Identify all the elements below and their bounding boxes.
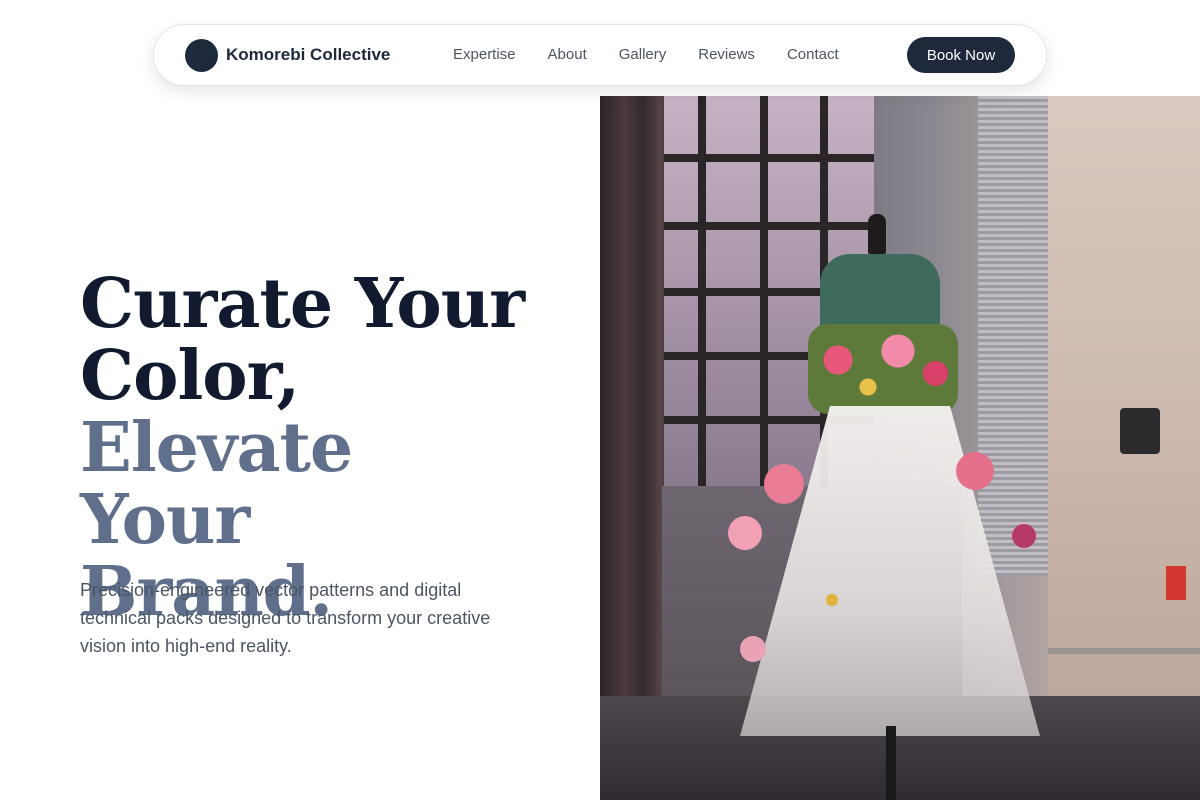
top-navbar: Komorebi Collective Expertise About Gall…	[153, 24, 1047, 86]
nav-links: Expertise About Gallery Reviews Contact	[453, 46, 871, 63]
flower-shape	[956, 452, 994, 490]
mannequin-neck-shape	[868, 214, 886, 254]
nav-link-about[interactable]: About	[548, 46, 587, 63]
mannequin-stand-shape	[886, 726, 896, 800]
mannequin-torso-shape	[820, 254, 940, 334]
flower-shape	[826, 594, 838, 606]
flower-shape	[1012, 524, 1036, 548]
nav-link-expertise[interactable]: Expertise	[453, 46, 516, 63]
headline-line-1: Curate Your	[80, 264, 525, 344]
flower-bodice-shape	[808, 324, 958, 414]
nav-link-contact[interactable]: Contact	[787, 46, 839, 63]
hero-headline: Curate Your Color, Elevate Your Brand.	[80, 268, 540, 628]
flower-shape	[764, 464, 804, 504]
red-fixture-shape	[1166, 566, 1186, 600]
book-now-button[interactable]: Book Now	[907, 37, 1015, 73]
nav-link-gallery[interactable]: Gallery	[619, 46, 667, 63]
logo-icon[interactable]	[185, 39, 218, 72]
hero-subcopy: Precision-engineered vector patterns and…	[80, 580, 491, 656]
headline-line-3: Elevate Your	[80, 408, 353, 560]
pipe-shape	[1048, 648, 1200, 654]
power-socket-shape	[1120, 408, 1160, 454]
brand-name[interactable]: Komorebi Collective	[226, 45, 390, 65]
headline-line-2: Color,	[80, 336, 300, 416]
curtain-shape	[600, 96, 662, 800]
hero-image-floral-dress-mannequin	[600, 96, 1200, 800]
flower-shape	[740, 636, 766, 662]
flower-shape	[728, 516, 762, 550]
nav-link-reviews[interactable]: Reviews	[698, 46, 755, 63]
ventilation-duct-shape	[978, 96, 1048, 576]
hero-title: Curate Your Color, Elevate Your Brand.	[80, 268, 540, 628]
